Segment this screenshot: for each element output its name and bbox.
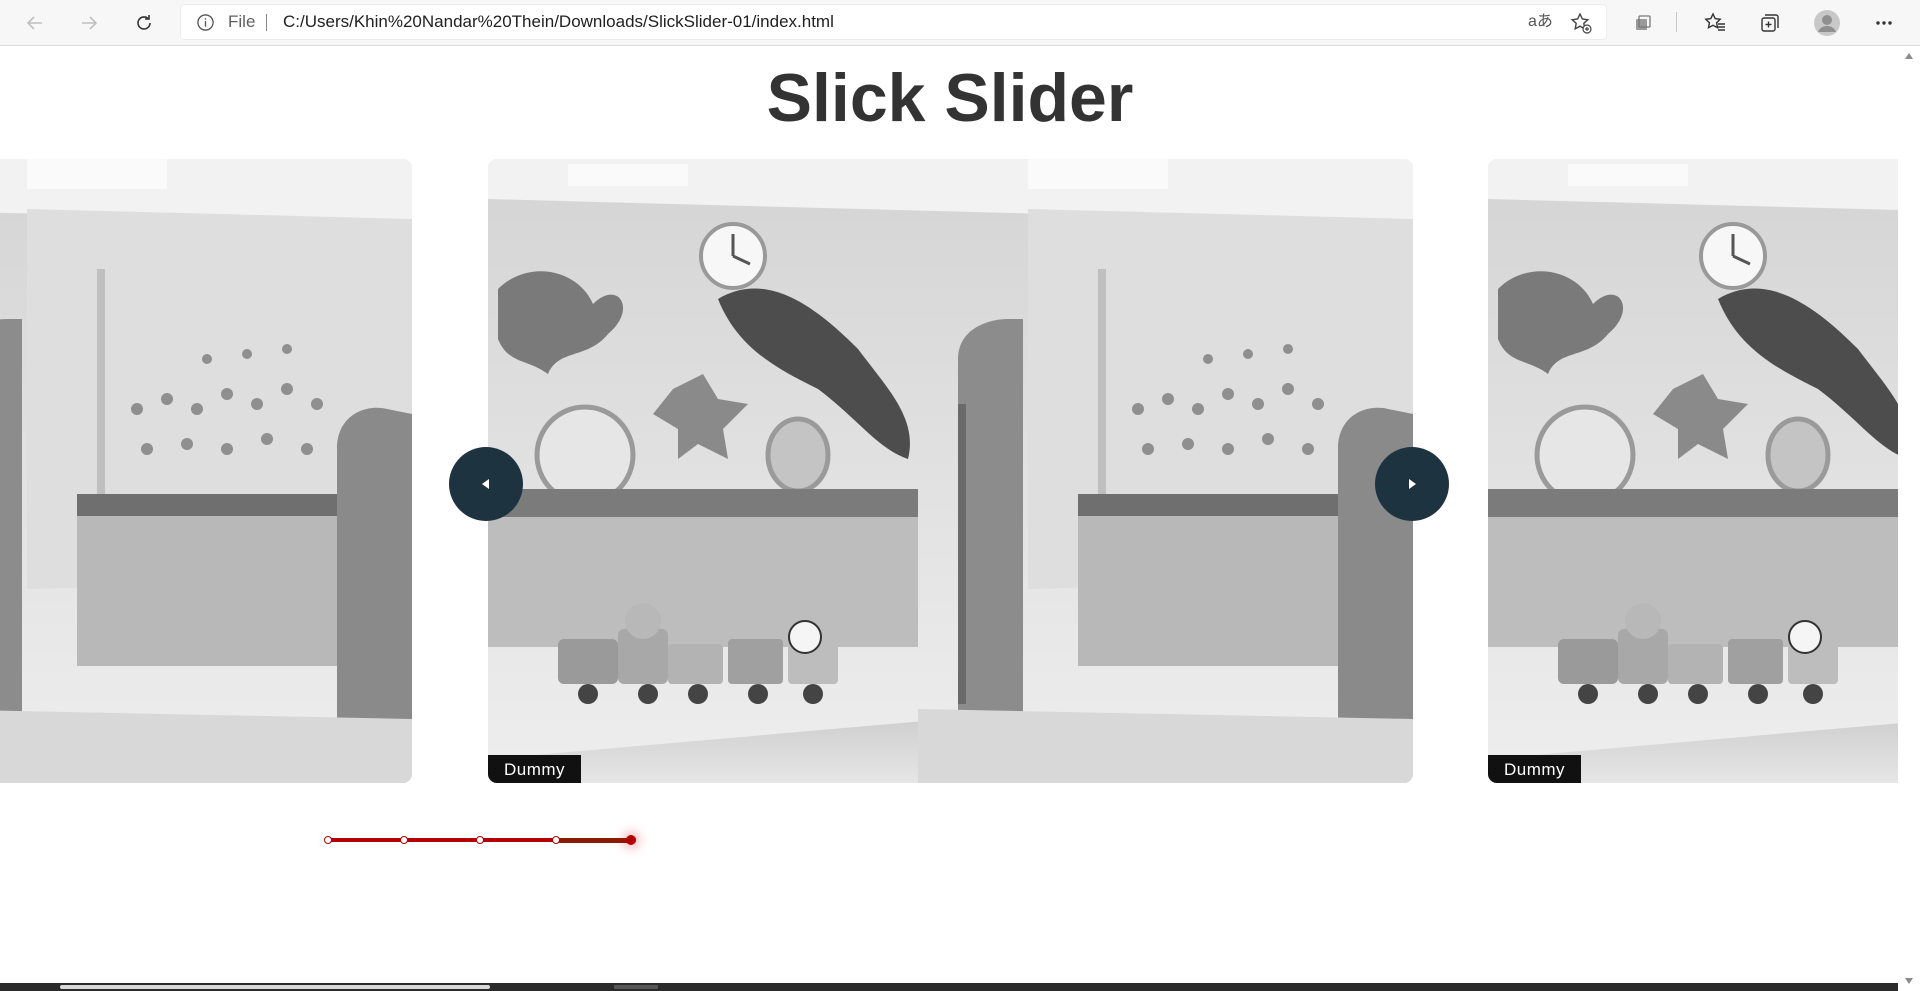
more-icon	[1876, 21, 1892, 25]
pagination-track-active	[558, 838, 632, 843]
slide-image	[0, 159, 412, 783]
slide-caption: Dummy	[488, 755, 582, 783]
horizontal-scroll-marker	[614, 985, 658, 989]
forward-arrow-icon	[82, 16, 98, 30]
slide-previous[interactable]	[0, 159, 412, 783]
extensions-button[interactable]	[1625, 5, 1661, 41]
scroll-down-icon[interactable]	[1904, 977, 1914, 985]
pagination-dot-2[interactable]	[400, 836, 408, 844]
pagination-track	[406, 838, 480, 842]
favorites-icon	[1704, 12, 1725, 31]
horizontal-scrollbar[interactable]	[0, 983, 1898, 991]
slider-pagination	[324, 834, 636, 848]
page-title: Slick Slider	[766, 60, 1134, 136]
triangle-right-icon	[1409, 479, 1416, 489]
favorites-button[interactable]	[1697, 5, 1733, 41]
add-favorite-icon[interactable]	[1570, 12, 1592, 34]
scheme-label: File	[228, 12, 256, 31]
horizontal-scroll-thumb[interactable]	[60, 985, 490, 989]
forward-button[interactable]	[71, 5, 107, 41]
pagination-track	[328, 838, 402, 842]
info-icon[interactable]	[196, 13, 215, 32]
pagination-dot-4[interactable]	[552, 836, 560, 844]
back-arrow-icon	[26, 16, 42, 30]
toolbar-divider	[1676, 12, 1677, 32]
slide-caption: Dummy	[1488, 755, 1582, 783]
pagination-dot-1[interactable]	[324, 836, 332, 844]
slide-current[interactable]: Dummy	[488, 159, 1413, 783]
reload-button[interactable]	[126, 5, 162, 41]
pagination-dot-3[interactable]	[476, 836, 484, 844]
scroll-up-icon[interactable]	[1904, 52, 1914, 60]
slide-next[interactable]: Dummy	[1488, 159, 1898, 783]
reload-icon	[137, 15, 151, 30]
prev-arrow-button[interactable]	[449, 447, 523, 521]
browser-toolbar: File C:/Users/Khin%20Nandar%20Thein/Down…	[0, 0, 1920, 46]
url-text[interactable]: C:/Users/Khin%20Nandar%20Thein/Downloads…	[283, 4, 834, 40]
collections-icon	[1761, 14, 1779, 32]
extensions-icon	[1636, 15, 1651, 30]
more-button[interactable]	[1866, 5, 1902, 41]
address-bar[interactable]: File C:/Users/Khin%20Nandar%20Thein/Down…	[180, 4, 1607, 40]
back-button[interactable]	[17, 5, 53, 41]
slide-image	[1488, 159, 1898, 783]
collections-button[interactable]	[1752, 5, 1788, 41]
next-arrow-button[interactable]	[1375, 447, 1449, 521]
address-separator	[266, 14, 267, 31]
profile-button[interactable]	[1809, 5, 1845, 41]
pagination-track	[482, 838, 556, 842]
slide-image	[488, 159, 1413, 783]
read-aloud-button[interactable]: aあ	[1528, 4, 1553, 40]
triangle-left-icon	[482, 479, 489, 489]
pagination-dot-5[interactable]	[626, 835, 636, 845]
profile-icon	[1814, 10, 1840, 36]
vertical-scrollbar[interactable]	[1898, 46, 1920, 991]
